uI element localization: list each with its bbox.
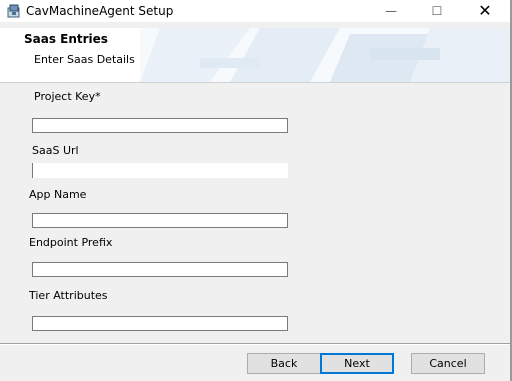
banner-subtitle: Enter Saas Details bbox=[34, 53, 135, 66]
project-key-label: Project Key* bbox=[34, 90, 101, 103]
banner-title: Saas Entries bbox=[24, 32, 108, 46]
banner-decoration bbox=[140, 28, 512, 82]
next-button[interactable]: Next bbox=[320, 353, 394, 374]
saas-url-input[interactable] bbox=[32, 163, 288, 178]
app-name-label: App Name bbox=[29, 188, 87, 201]
footer-divider-highlight bbox=[0, 344, 512, 345]
back-button[interactable]: Back bbox=[247, 353, 321, 374]
window-title: CavMachineAgent Setup bbox=[26, 4, 174, 18]
minimize-button[interactable]: — bbox=[368, 0, 414, 22]
title-bar: CavMachineAgent Setup — ☐ ✕ bbox=[0, 0, 512, 22]
endpoint-prefix-label: Endpoint Prefix bbox=[29, 236, 113, 249]
maximize-button[interactable]: ☐ bbox=[414, 0, 460, 22]
banner-divider bbox=[0, 82, 512, 83]
tier-attributes-label: Tier Attributes bbox=[29, 289, 108, 302]
close-button[interactable]: ✕ bbox=[462, 0, 508, 22]
cancel-button[interactable]: Cancel bbox=[411, 353, 485, 374]
saas-url-label: SaaS Url bbox=[32, 144, 79, 157]
endpoint-prefix-input[interactable] bbox=[32, 262, 288, 277]
installer-icon bbox=[6, 3, 22, 19]
app-name-input[interactable] bbox=[32, 213, 288, 228]
header-banner: Saas Entries Enter Saas Details bbox=[0, 28, 512, 82]
project-key-input[interactable] bbox=[32, 118, 288, 133]
tier-attributes-input[interactable] bbox=[32, 316, 288, 331]
